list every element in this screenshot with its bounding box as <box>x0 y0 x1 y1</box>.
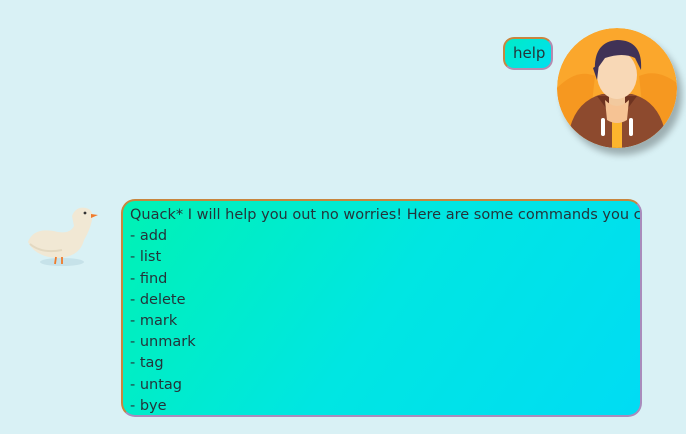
chat-window: { "user": { "message": "help", "avatar_i… <box>0 0 686 434</box>
command-item-find: - find <box>130 270 168 287</box>
command-item-unmark: - unmark <box>130 334 196 351</box>
user-avatar-icon <box>557 28 677 148</box>
command-item-add: - add <box>130 228 168 245</box>
command-item-bye: - bye <box>130 397 167 414</box>
command-item-list: - list <box>130 249 162 266</box>
duck-message-intro: Quack* I will help you out no worries! H… <box>130 207 642 223</box>
command-item-tag: - tag <box>130 355 164 372</box>
command-item-mark: - mark <box>130 312 178 329</box>
command-item-untag: - untag <box>130 376 182 393</box>
command-item-delete: - delete <box>130 291 186 308</box>
user-message-bubble: help <box>503 37 554 70</box>
duck-icon <box>28 207 98 266</box>
user-message-text: help <box>513 44 546 62</box>
duck-message-bubble: Quack* I will help you out no worries! H… <box>121 199 642 417</box>
